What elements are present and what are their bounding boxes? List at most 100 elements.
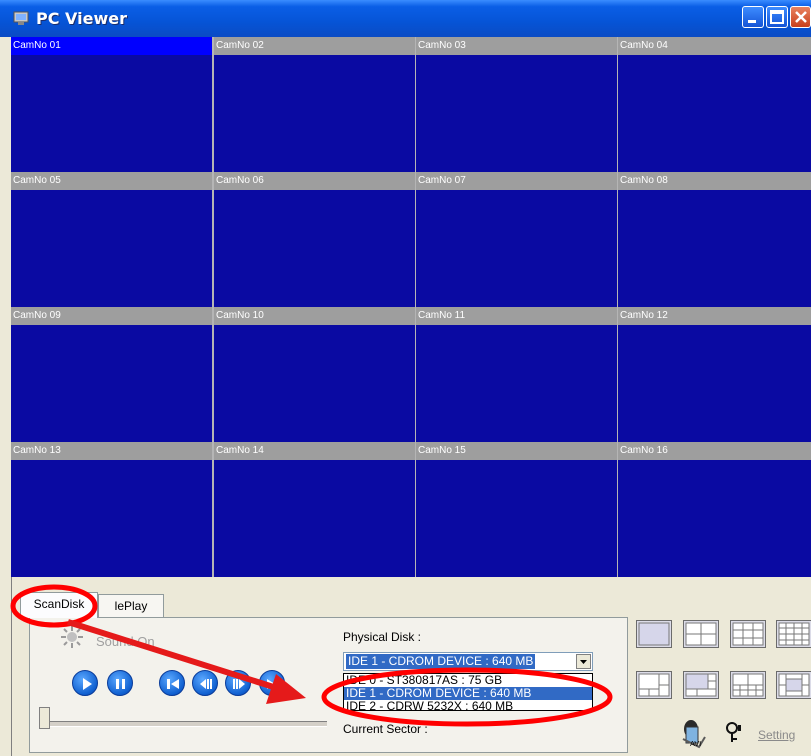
camera-view[interactable] [416, 190, 617, 307]
camera-tile[interactable]: CamNo 02 [214, 37, 415, 172]
camera-tile[interactable]: CamNo 09 [11, 307, 212, 442]
camera-view[interactable] [214, 325, 415, 442]
skip-back-button[interactable] [159, 670, 185, 696]
camera-label: CamNo 08 [618, 172, 811, 190]
play-icon [83, 678, 92, 690]
camera-tile[interactable]: CamNo 05 [11, 172, 212, 307]
window-title: PC Viewer [36, 9, 127, 28]
physical-disk-select[interactable]: IDE 1 - CDROM DEVICE : 640 MB [343, 652, 593, 671]
camera-tile[interactable]: CamNo 08 [618, 172, 811, 307]
camera-label: CamNo 10 [214, 307, 415, 325]
camera-view[interactable] [618, 190, 811, 307]
camera-view[interactable] [214, 190, 415, 307]
camera-label: CamNo 03 [416, 37, 617, 55]
camera-label: CamNo 11 [416, 307, 617, 325]
minimize-button[interactable] [742, 6, 764, 28]
maximize-button[interactable] [766, 6, 788, 28]
chevron-down-icon [580, 660, 587, 664]
step-forward-icon [233, 679, 245, 689]
camera-tile[interactable]: CamNo 01 [11, 37, 212, 172]
layout-4x4-button[interactable] [776, 620, 811, 648]
svg-text:AVI: AVI [690, 740, 701, 748]
pause-button[interactable] [107, 670, 133, 696]
skip-back-icon [167, 679, 179, 689]
layout-nine-icon [732, 622, 764, 646]
camera-tile[interactable]: CamNo 14 [214, 442, 415, 577]
skip-forward-button[interactable] [259, 670, 285, 696]
app-icon [13, 11, 29, 25]
layout-6-split-button[interactable] [636, 671, 672, 699]
camera-label: CamNo 04 [618, 37, 811, 55]
step-forward-button[interactable] [225, 670, 251, 696]
camera-tile[interactable]: CamNo 03 [416, 37, 617, 172]
camera-view[interactable] [11, 460, 212, 577]
camera-grid: CamNo 01 CamNo 02 CamNo 03 CamNo 04 CamNo 05… [11, 37, 811, 577]
skip-forward-icon [267, 679, 279, 689]
step-back-button[interactable] [192, 670, 218, 696]
tab-scandisk[interactable]: ScanDisk [20, 592, 98, 618]
camera-tile[interactable]: CamNo 10 [214, 307, 415, 442]
camera-view[interactable] [618, 325, 811, 442]
tab-fileplay[interactable]: lePlay [98, 594, 164, 617]
camera-tile[interactable]: CamNo 16 [618, 442, 811, 577]
camera-view[interactable] [618, 55, 811, 172]
setting-link[interactable]: Setting [758, 728, 795, 742]
layout-six-icon [638, 673, 670, 697]
layout-1x1-button[interactable] [636, 620, 672, 648]
camera-view[interactable] [11, 55, 212, 172]
physical-disk-option[interactable]: IDE 2 - CDRW 5232X : 640 MB [344, 700, 592, 711]
layout-quad-icon [685, 622, 717, 646]
step-back-icon [200, 679, 212, 689]
camera-label: CamNo 02 [214, 37, 415, 55]
current-sector-label: Current Sector : [343, 722, 428, 736]
minimize-icon [748, 20, 756, 23]
pause-icon [116, 679, 125, 689]
camera-tile[interactable]: CamNo 13 [11, 442, 212, 577]
layout-8-split-button[interactable] [683, 671, 719, 699]
sound-icon[interactable] [59, 624, 85, 650]
camera-label: CamNo 09 [11, 307, 212, 325]
playback-slider-track[interactable] [42, 721, 327, 727]
close-button[interactable] [790, 6, 811, 28]
camera-view[interactable] [11, 325, 212, 442]
layout-ten-icon [732, 673, 764, 697]
layout-thirteen-icon [778, 673, 810, 697]
camera-tile[interactable]: CamNo 12 [618, 307, 811, 442]
camera-view[interactable] [416, 55, 617, 172]
physical-disk-selected-value: IDE 1 - CDROM DEVICE : 640 MB [346, 654, 536, 669]
camera-label: CamNo 16 [618, 442, 811, 460]
camera-view[interactable] [416, 325, 617, 442]
layout-10-split-button[interactable] [730, 671, 766, 699]
layout-sixteen-icon [778, 622, 810, 646]
play-button[interactable] [72, 670, 98, 696]
camera-view[interactable] [416, 460, 617, 577]
camera-label: CamNo 15 [416, 442, 617, 460]
camera-view[interactable] [214, 55, 415, 172]
tab-fileplay-label: lePlay [114, 599, 148, 613]
playback-slider-thumb[interactable] [39, 707, 50, 729]
camera-label: CamNo 12 [618, 307, 811, 325]
dropdown-arrow-button[interactable] [576, 654, 591, 669]
camera-view[interactable] [214, 460, 415, 577]
physical-disk-dropdown-list[interactable]: IDE 0 - ST380817AS : 75 GB IDE 1 - CDROM… [343, 673, 593, 711]
camera-tile[interactable]: CamNo 15 [416, 442, 617, 577]
camera-label: CamNo 05 [11, 172, 212, 190]
camera-label: CamNo 06 [214, 172, 415, 190]
camera-tile[interactable]: CamNo 06 [214, 172, 415, 307]
layout-3x3-button[interactable] [730, 620, 766, 648]
layout-2x2-button[interactable] [683, 620, 719, 648]
camera-tile[interactable]: CamNo 11 [416, 307, 617, 442]
tab-scandisk-label: ScanDisk [33, 597, 85, 611]
camera-tile[interactable]: CamNo 04 [618, 37, 811, 172]
camera-label: CamNo 01 [11, 37, 212, 55]
title-bar: PC Viewer [0, 0, 811, 37]
camera-tile[interactable]: CamNo 07 [416, 172, 617, 307]
layout-single-icon [638, 622, 670, 646]
camera-view[interactable] [618, 460, 811, 577]
layout-13-split-button[interactable] [776, 671, 811, 699]
maximize-icon [770, 10, 784, 24]
key-icon[interactable] [725, 721, 743, 745]
avi-icon[interactable]: AVI [677, 717, 709, 749]
camera-view[interactable] [11, 190, 212, 307]
physical-disk-label: Physical Disk : [343, 630, 422, 644]
